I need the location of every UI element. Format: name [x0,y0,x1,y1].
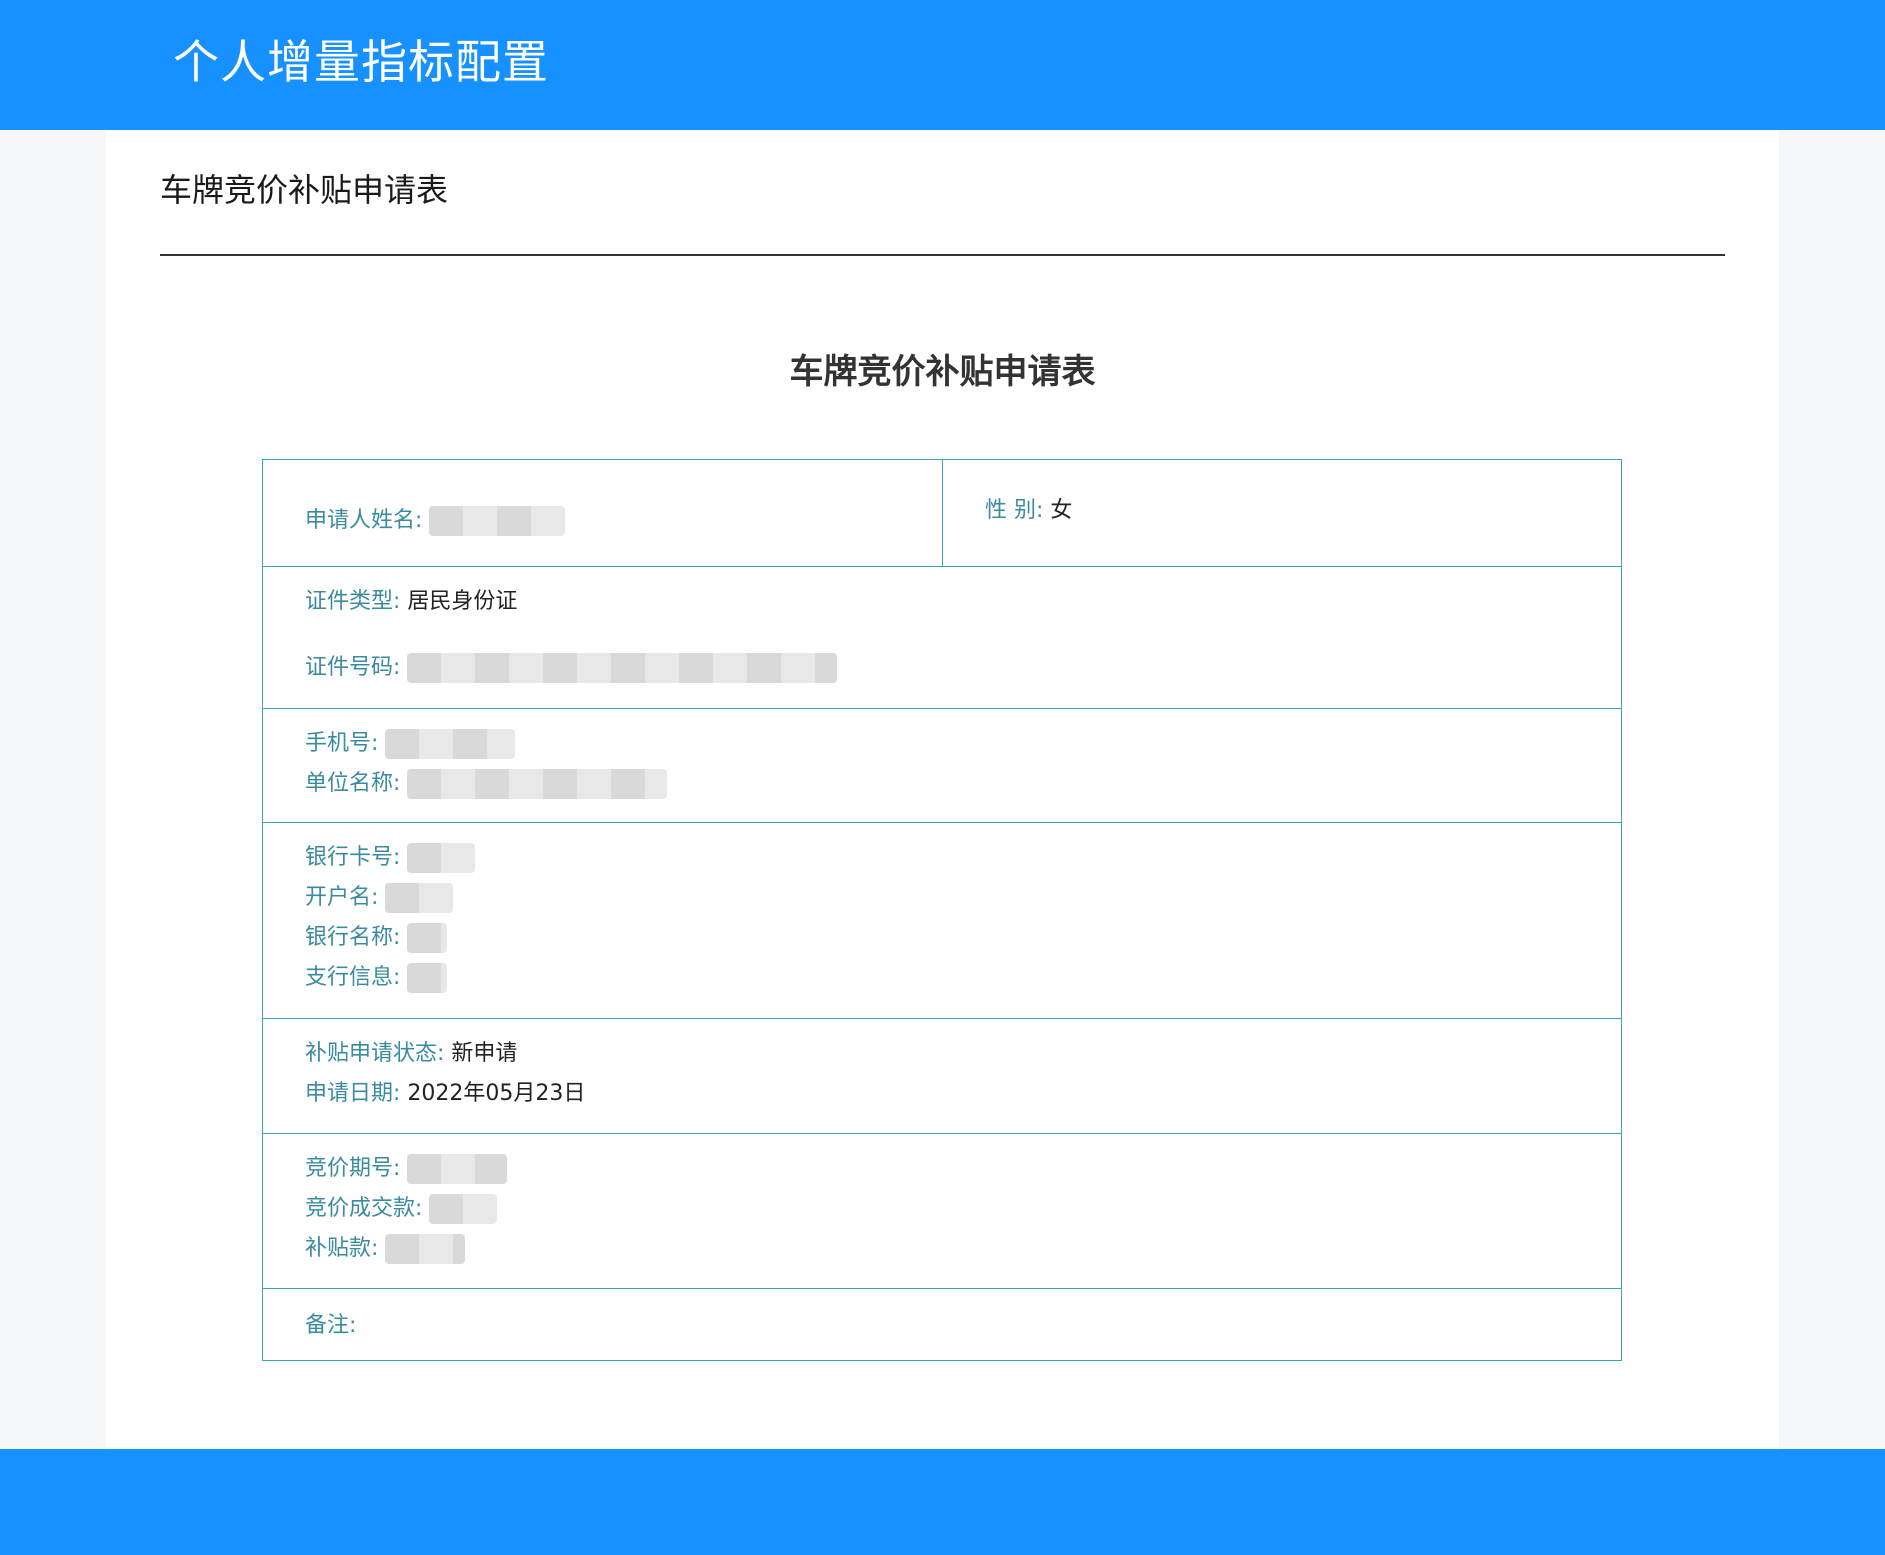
redacted-block [429,1194,498,1224]
gender-label: 性 别: [985,498,1044,523]
redacted-block [407,923,448,953]
page-heading: 车牌竞价补贴申请表 [160,171,449,209]
footer-bar [0,1449,1885,1555]
field-applicant-name: 申请人姓名: [305,506,566,536]
form-title: 车牌竞价补贴申请表 [789,352,1096,392]
redacted-block [407,843,476,873]
field-remark: 备注: [305,1311,356,1341]
app-title: 个人增量指标配置 [173,35,549,89]
account-name-label: 开户名: [305,885,379,910]
bank-card-label: 银行卡号: [305,845,401,870]
remark-label: 备注: [305,1313,357,1338]
apply-date-label: 申请日期: [305,1081,401,1106]
redacted-block [429,506,566,536]
application-form-table: 申请人姓名: 性 别: 女 证件类型: 居民身份证 证件号码: 手机号: 单位名… [262,459,1622,1361]
employer-label: 单位名称: [305,771,401,796]
subsidy-label: 补贴款: [305,1236,379,1261]
redacted-block [407,769,668,799]
apply-date-value: 2022年05月23日 [407,1081,586,1106]
redacted-block [407,963,448,993]
form-row-bank: 银行卡号: 开户名: 银行名称: 支行信息: [263,823,1621,1019]
form-row-bid: 竞价期号: 竞价成交款: 补贴款: [263,1134,1621,1289]
field-apply-date: 申请日期: 2022年05月23日 [305,1079,585,1109]
form-row-identity: 证件类型: 居民身份证 证件号码: [263,567,1621,709]
bank-name-label: 银行名称: [305,925,401,950]
status-label: 补贴申请状态: [305,1041,445,1066]
field-bank-card: 银行卡号: [305,843,476,873]
field-id-type: 证件类型: 居民身份证 [305,587,517,617]
content-panel: 车牌竞价补贴申请表 车牌竞价补贴申请表 申请人姓名: 性 别: 女 证件类型: … [106,130,1779,1449]
bid-period-label: 竞价期号: [305,1156,401,1181]
field-phone: 手机号: [305,729,516,759]
field-bid-period: 竞价期号: [305,1154,508,1184]
form-row-contact: 手机号: 单位名称: [263,709,1621,823]
id-number-label: 证件号码: [305,655,401,680]
phone-label: 手机号: [305,731,379,756]
redacted-block [385,883,454,913]
redacted-block [407,653,838,683]
id-type-value: 居民身份证 [407,589,518,614]
field-gender: 性 别: 女 [985,496,1072,526]
cell-applicant-name: 申请人姓名: [263,460,943,566]
gender-value: 女 [1050,498,1073,523]
cell-gender: 性 别: 女 [943,460,1623,566]
header-bar: 个人增量指标配置 [0,0,1885,130]
branch-info-label: 支行信息: [305,965,401,990]
field-bank-name: 银行名称: [305,923,448,953]
heading-divider [160,254,1725,256]
status-value: 新申请 [451,1041,518,1066]
field-id-number: 证件号码: [305,653,838,683]
field-bid-amount: 竞价成交款: [305,1194,498,1224]
redacted-block [407,1154,508,1184]
form-row-remark: 备注: [263,1289,1621,1362]
redacted-block [385,1234,466,1264]
id-type-label: 证件类型: [305,589,401,614]
field-account-name: 开户名: [305,883,454,913]
field-employer: 单位名称: [305,769,668,799]
field-status: 补贴申请状态: 新申请 [305,1039,517,1069]
form-row-applicant: 申请人姓名: 性 别: 女 [263,460,1621,567]
redacted-block [385,729,516,759]
bid-amount-label: 竞价成交款: [305,1196,423,1221]
form-row-status: 补贴申请状态: 新申请 申请日期: 2022年05月23日 [263,1019,1621,1134]
applicant-name-label: 申请人姓名: [305,508,423,533]
field-branch-info: 支行信息: [305,963,448,993]
field-subsidy: 补贴款: [305,1234,466,1264]
